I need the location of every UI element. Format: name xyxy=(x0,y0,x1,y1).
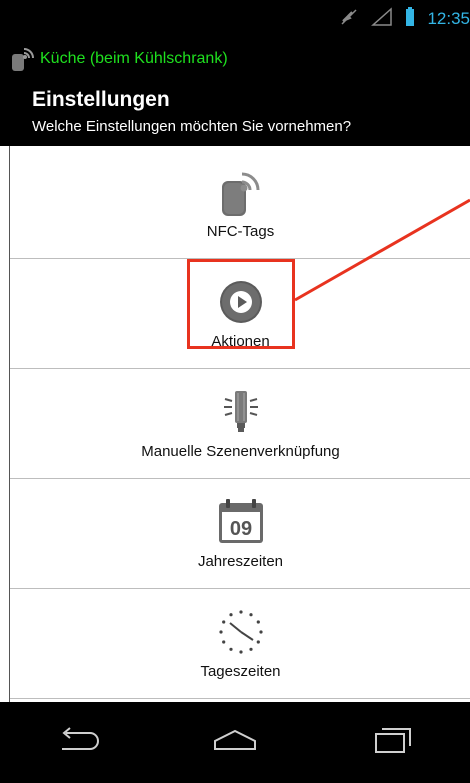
list-item-label: Manuelle Szenenverknüpfung xyxy=(141,443,340,460)
calendar-icon-text: 09 xyxy=(229,518,251,540)
battery-icon xyxy=(405,6,415,32)
app-bar: Küche (beim Kühlschrank) xyxy=(0,38,470,80)
list-item-jahreszeiten[interactable]: 09 Jahreszeiten xyxy=(10,476,470,589)
home-button[interactable] xyxy=(190,713,280,773)
navigation-bar xyxy=(0,702,470,783)
recents-icon xyxy=(370,724,414,761)
signal-icon xyxy=(371,6,393,32)
page-subtitle: Welche Einstellungen möchten Sie vornehm… xyxy=(32,118,352,135)
list-item-label: Tageszeiten xyxy=(200,663,281,680)
settings-header: Einstellungen Welche Einstellungen möcht… xyxy=(0,80,470,146)
list-item-tageszeiten[interactable]: Tageszeiten xyxy=(10,586,470,699)
home-icon xyxy=(211,725,259,760)
nfc-phone-icon xyxy=(10,46,36,72)
list-item-manuelle-szenenverknuepfung[interactable]: Manuelle Szenenverknüpfung xyxy=(10,366,470,479)
status-time: 12:35 xyxy=(427,9,470,28)
clock-icon xyxy=(216,607,266,657)
app-title: Küche (beim Kühlschrank) xyxy=(40,50,228,67)
mute-icon xyxy=(339,7,359,32)
recents-button[interactable] xyxy=(347,713,437,773)
list-item-nfc-tags[interactable]: NFC-Tags xyxy=(10,146,470,259)
back-icon xyxy=(56,725,100,760)
bulb-icon xyxy=(216,387,266,437)
list-item-label: NFC-Tags xyxy=(206,223,275,240)
status-icons: 12:35 xyxy=(339,0,470,38)
back-button[interactable] xyxy=(33,713,123,773)
page-title: Einstellungen xyxy=(32,88,170,111)
nfc-tag-icon xyxy=(216,167,266,217)
list-item-label: Jahreszeiten xyxy=(197,553,284,570)
highlight-box xyxy=(187,259,295,349)
calendar-icon: 09 xyxy=(213,497,269,547)
status-bar: 12:35 xyxy=(0,0,470,38)
settings-list: NFC-Tags Aktionen Manuelle Szenenverknüp… xyxy=(9,146,470,702)
